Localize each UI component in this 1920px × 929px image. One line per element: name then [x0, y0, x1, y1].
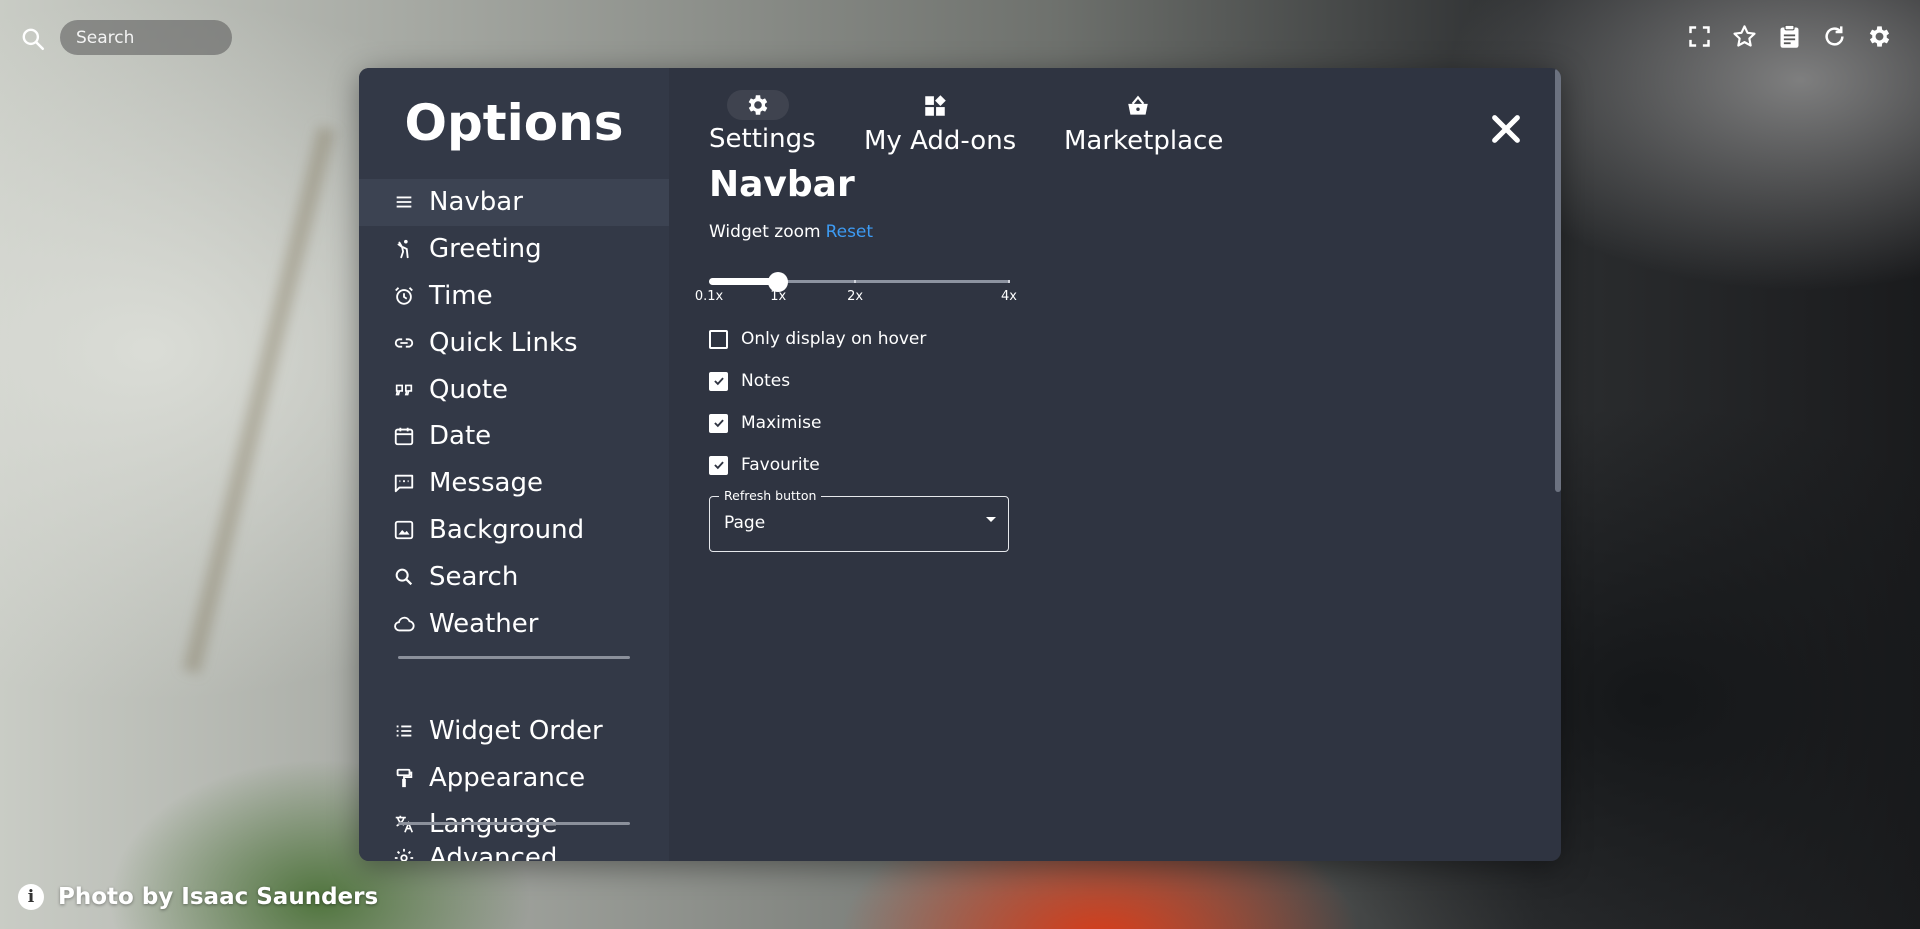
- checkbox-only-display-on-hover[interactable]: Only display on hover: [709, 329, 926, 349]
- modal-title: Options: [404, 94, 624, 152]
- top-toolbar: [1685, 22, 1894, 51]
- sidebar-item-label: Message: [429, 468, 543, 499]
- sidebar-item-label: Quote: [429, 374, 509, 405]
- addons-icon: [919, 90, 951, 122]
- sidebar-item-label: Time: [429, 280, 493, 311]
- options-modal: Options Navbar Greeting Time Quick Links…: [359, 68, 1561, 861]
- sidebar-item-label: Navbar: [429, 187, 523, 218]
- tab-marketplace[interactable]: Marketplace: [1064, 90, 1224, 156]
- link-icon: [393, 332, 415, 354]
- cloud-icon: [393, 613, 415, 635]
- search-input[interactable]: [60, 20, 232, 55]
- slider-tick-label: 1x: [770, 289, 787, 304]
- sidebar-item-label: Date: [429, 421, 492, 452]
- section-title: Navbar: [709, 164, 855, 205]
- sidebar-item-widget-order[interactable]: Widget Order: [359, 708, 669, 755]
- list-icon: [393, 720, 415, 742]
- sidebar-divider: [398, 656, 630, 659]
- sidebar-item-appearance[interactable]: Appearance: [359, 755, 669, 802]
- tab-label: My Add-ons: [864, 126, 1017, 156]
- menu-icon: [393, 191, 415, 213]
- sidebar-item-quote[interactable]: Quote: [359, 366, 669, 413]
- sidebar-item-background[interactable]: Background: [359, 507, 669, 554]
- slider-tick-label: 0.1x: [694, 289, 724, 304]
- basket-icon: [1122, 90, 1154, 122]
- options-sidebar: Options Navbar Greeting Time Quick Links…: [359, 68, 669, 861]
- select-value: Page: [724, 513, 766, 533]
- sidebar-item-label: Widget Order: [429, 716, 603, 747]
- checkbox-box[interactable]: [709, 455, 728, 475]
- sidebar-nav-tertiary: Advanced: [359, 835, 669, 861]
- sidebar-item-label: Advanced: [429, 843, 558, 861]
- settings-cog-icon: [393, 847, 415, 861]
- sidebar-item-search[interactable]: Search: [359, 553, 669, 600]
- sidebar-item-navbar[interactable]: Navbar: [359, 179, 669, 226]
- sidebar-item-label: Weather: [429, 608, 539, 639]
- slider-mark-2x: [854, 280, 857, 283]
- paint-roller-icon: [393, 767, 415, 789]
- slider-tick-label: 4x: [1001, 289, 1017, 304]
- photo-credit-text: Photo by Isaac Saunders: [58, 884, 379, 910]
- widget-zoom-row: Widget zoom Reset: [709, 222, 873, 242]
- sidebar-item-date[interactable]: Date: [359, 413, 669, 460]
- reset-button[interactable]: Reset: [826, 222, 874, 242]
- sidebar-item-message[interactable]: Message: [359, 460, 669, 507]
- clipboard-icon[interactable]: [1775, 22, 1804, 51]
- select-legend: Refresh button: [719, 488, 822, 503]
- widget-zoom-label: Widget zoom: [709, 222, 821, 242]
- sidebar-item-quick-links[interactable]: Quick Links: [359, 319, 669, 366]
- slider-tick-labels: 0.1x 1x 2x 4x: [695, 289, 1017, 309]
- sidebar-item-label: Quick Links: [429, 327, 578, 358]
- tab-settings[interactable]: Settings: [709, 90, 816, 154]
- star-icon[interactable]: [1730, 22, 1759, 51]
- calendar-icon: [393, 425, 415, 447]
- sidebar-item-label: Background: [429, 514, 585, 545]
- alarm-icon: [393, 285, 415, 307]
- close-icon[interactable]: [1489, 112, 1523, 146]
- image-icon: [393, 519, 415, 541]
- checkbox-box[interactable]: [709, 371, 728, 391]
- checkbox-notes[interactable]: Notes: [709, 371, 790, 391]
- photo-credit: i Photo by Isaac Saunders: [18, 884, 378, 910]
- scrollbar-thumb[interactable]: [1555, 68, 1561, 492]
- sidebar-item-weather[interactable]: Weather: [359, 600, 669, 647]
- chevron-down-icon: [986, 517, 996, 522]
- slider-tick-label: 2x: [847, 289, 864, 304]
- gear-icon: [727, 90, 789, 120]
- checkbox-maximise[interactable]: Maximise: [709, 413, 821, 433]
- gear-icon[interactable]: [1865, 22, 1894, 51]
- tab-label: Marketplace: [1064, 126, 1224, 156]
- quote-icon: [393, 379, 415, 401]
- sidebar-item-label: Appearance: [429, 762, 586, 793]
- checkbox-box[interactable]: [709, 413, 728, 433]
- search-icon[interactable]: [20, 26, 46, 52]
- sidebar-nav: Navbar Greeting Time Quick Links Quote D…: [359, 179, 669, 647]
- message-icon: [393, 472, 415, 494]
- slider-mark-4x: [1008, 280, 1010, 283]
- checkbox-label: Favourite: [741, 455, 820, 475]
- sidebar-nav-secondary: Widget Order Appearance Language: [359, 716, 669, 848]
- modal-scrollbar[interactable]: [1553, 68, 1561, 861]
- checkbox-label: Notes: [741, 371, 791, 391]
- tab-label: Settings: [709, 124, 816, 154]
- sidebar-item-label: Greeting: [429, 234, 542, 265]
- refresh-button-select[interactable]: Refresh button Page: [709, 488, 1009, 552]
- fullscreen-icon[interactable]: [1685, 22, 1714, 51]
- sidebar-divider: [398, 822, 630, 825]
- sidebar-item-advanced[interactable]: Advanced: [359, 835, 669, 861]
- checkbox-box[interactable]: [709, 329, 728, 349]
- checkbox-label: Only display on hover: [741, 329, 927, 349]
- sidebar-item-label: Search: [429, 561, 519, 592]
- sidebar-item-time[interactable]: Time: [359, 273, 669, 320]
- refresh-icon[interactable]: [1820, 22, 1849, 51]
- search-icon: [393, 566, 415, 588]
- checkbox-favourite[interactable]: Favourite: [709, 455, 820, 475]
- waving-person-icon: [393, 238, 415, 260]
- tab-my-add-ons[interactable]: My Add-ons: [864, 90, 1017, 156]
- sidebar-item-greeting[interactable]: Greeting: [359, 226, 669, 273]
- checkbox-label: Maximise: [741, 413, 822, 433]
- info-icon[interactable]: i: [18, 884, 44, 910]
